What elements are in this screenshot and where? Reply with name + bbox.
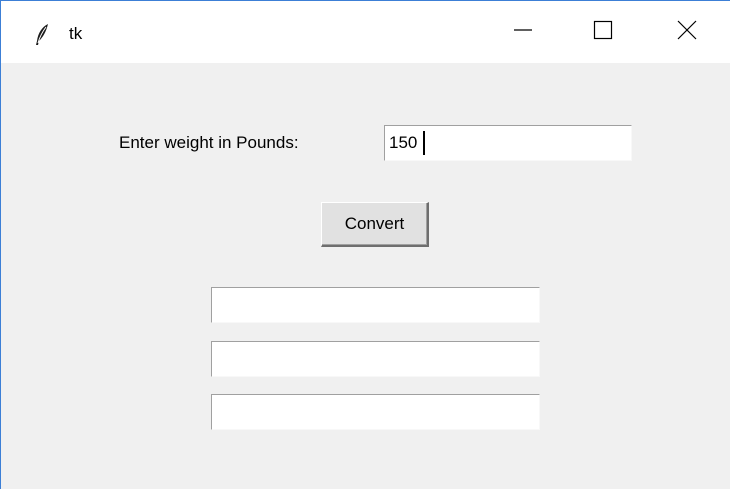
window-title: tk <box>69 24 83 43</box>
kilograms-output-field[interactable] <box>211 341 540 377</box>
close-icon <box>677 20 697 45</box>
feather-icon <box>33 23 51 47</box>
grams-output-field[interactable] <box>211 287 540 323</box>
title-bar[interactable]: tk <box>1 1 730 63</box>
maximize-button[interactable] <box>557 1 649 63</box>
window-client-area: Enter weight in Pounds: Convert <box>1 63 730 489</box>
minimize-icon <box>513 20 533 45</box>
convert-button[interactable]: Convert <box>321 202 429 247</box>
app-window: tk Enter weight in Pounds: 150 Convert <box>0 0 730 489</box>
weight-input[interactable] <box>384 125 632 161</box>
weight-label: Enter weight in Pounds: <box>119 133 299 152</box>
maximize-icon <box>593 20 613 45</box>
minimize-button[interactable] <box>477 1 569 63</box>
text-cursor <box>423 131 425 155</box>
close-button[interactable] <box>641 1 730 63</box>
ounces-output-field[interactable] <box>211 394 540 430</box>
